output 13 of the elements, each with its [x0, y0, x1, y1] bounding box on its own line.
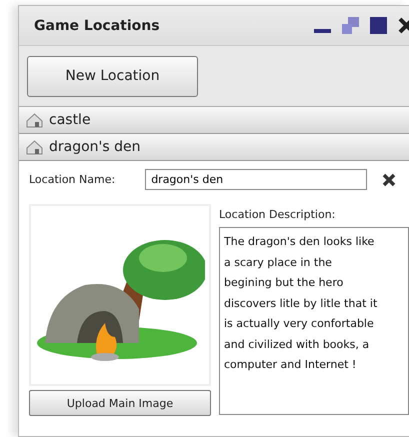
upload-image-button[interactable]: Upload Main Image: [29, 390, 211, 416]
house-icon: [26, 112, 43, 128]
location-name-field[interactable]: dragon's den: [145, 169, 368, 190]
description-field[interactable]: The dragon's den looks like a scary place in the begining but the hero discovers litle by litle that it is actually very confortable and civilized with books, a computer and Internet !: [219, 227, 409, 415]
location-item[interactable]: castle: [19, 107, 409, 134]
location-name-label: Location Name:: [29, 173, 116, 186]
location-description-label: Location Description:: [219, 208, 336, 221]
window-title: Game Locations: [34, 18, 161, 34]
restore-icon[interactable]: [342, 17, 359, 34]
house-icon: [26, 140, 43, 154]
delete-icon[interactable]: [382, 172, 396, 186]
location-item[interactable]: dragon's den: [19, 134, 409, 161]
new-location-button[interactable]: New Location: [27, 56, 198, 96]
